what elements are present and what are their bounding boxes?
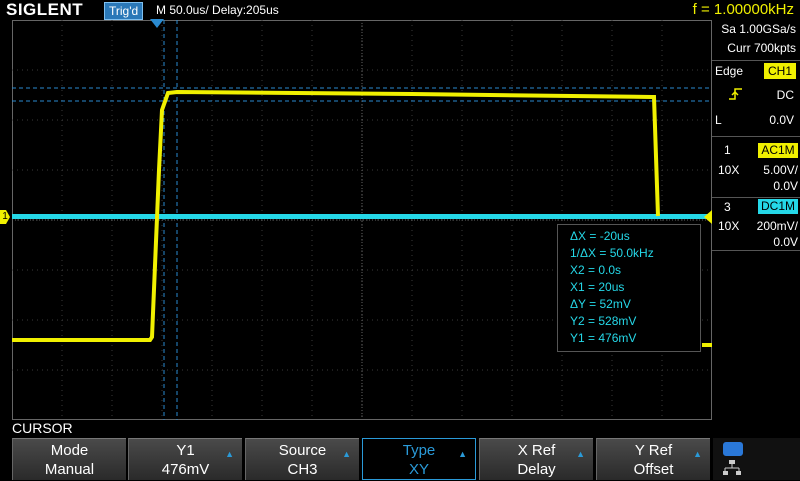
button-value: XY (408, 461, 429, 478)
button-value: 476mV (161, 461, 210, 478)
channel-3-panel[interactable]: 3 DC1M 10X 200mV/ 0.0V (712, 198, 800, 250)
divider (712, 250, 800, 251)
arrow-up-icon: ▲ (458, 449, 467, 459)
trigger-type[interactable]: Edge (715, 64, 743, 78)
channel-coupling-badge: DC1M (758, 199, 798, 214)
sample-rate: Sa 1.00GSa/s (721, 22, 796, 36)
x-ref-button[interactable]: X Ref Delay ▲ (479, 438, 593, 480)
cursor-measurement-panel: ΔX = -20us 1/ΔX = 50.0kHz X2 = 0.0s X1 =… (557, 224, 701, 352)
arrow-up-icon: ▲ (576, 449, 585, 459)
button-value: Offset (633, 461, 674, 478)
rising-edge-icon (728, 86, 744, 102)
probe-ratio: 10X (718, 163, 740, 177)
ch1-offset-marker[interactable]: 1 (0, 210, 10, 224)
inverse-delta-x: 1/ΔX = 50.0kHz (570, 246, 654, 260)
arrow-up-icon: ▲ (693, 449, 702, 459)
trigger-coupling: DC (776, 88, 794, 102)
system-icons-area (713, 438, 800, 480)
x2-value: X2 = 0.0s (570, 263, 622, 277)
toggle-icon[interactable] (723, 442, 743, 456)
type-button[interactable]: Type XY ▲ (362, 438, 476, 480)
timebase-readout: M 50.0us/ Delay:205us (156, 3, 279, 17)
trigger-position-marker[interactable] (150, 19, 164, 28)
menu-title: CURSOR (12, 420, 73, 436)
vertical-scale: 5.00V/ (763, 163, 798, 177)
mode-button[interactable]: Mode Manual (12, 438, 126, 480)
divider (712, 136, 800, 137)
network-icon[interactable] (723, 460, 741, 476)
memory-depth: Curr 700kpts (727, 41, 796, 55)
button-label: Mode (50, 442, 89, 459)
channel-number: 3 (724, 200, 731, 214)
delta-x: ΔX = -20us (570, 229, 630, 243)
vertical-scale: 200mV/ (756, 219, 798, 233)
trigger-level-marker[interactable] (704, 210, 712, 224)
x1-value: X1 = 20us (570, 280, 625, 294)
frequency-counter: f = 1.00000kHz (692, 1, 794, 18)
waveform-grid (12, 20, 712, 420)
channel-1-panel[interactable]: 1 AC1M 10X 5.00V/ 0.0V (712, 142, 800, 198)
y2-value: Y2 = 528mV (570, 314, 637, 328)
brand-logo: SIGLENT (6, 0, 84, 19)
source-button[interactable]: Source CH3 ▲ (245, 438, 359, 480)
y1-button[interactable]: Y1 476mV ▲ (128, 438, 242, 480)
divider (712, 60, 800, 61)
vertical-offset: 0.0V (773, 179, 798, 193)
arrow-up-icon: ▲ (342, 449, 351, 459)
trigger-status-badge: Trig'd (104, 2, 144, 20)
y-ref-button[interactable]: Y Ref Offset ▲ (596, 438, 710, 480)
channel-number: 1 (724, 143, 731, 157)
ch3-trace (12, 214, 712, 219)
trigger-source-badge[interactable]: CH1 (764, 63, 796, 79)
button-value: Delay (517, 461, 556, 478)
arrow-up-icon: ▲ (225, 449, 234, 459)
button-value: Manual (44, 461, 95, 478)
waveform-display[interactable] (12, 20, 712, 420)
y1-value: Y1 = 476mV (570, 331, 637, 345)
delta-y: ΔY = 52mV (570, 297, 631, 311)
channel-coupling-badge: AC1M (758, 143, 798, 158)
trigger-level-label: L (715, 113, 722, 127)
vertical-offset: 0.0V (773, 235, 798, 249)
button-value: CH3 (287, 461, 318, 478)
probe-ratio: 10X (718, 219, 740, 233)
trigger-level: 0.0V (769, 113, 794, 127)
